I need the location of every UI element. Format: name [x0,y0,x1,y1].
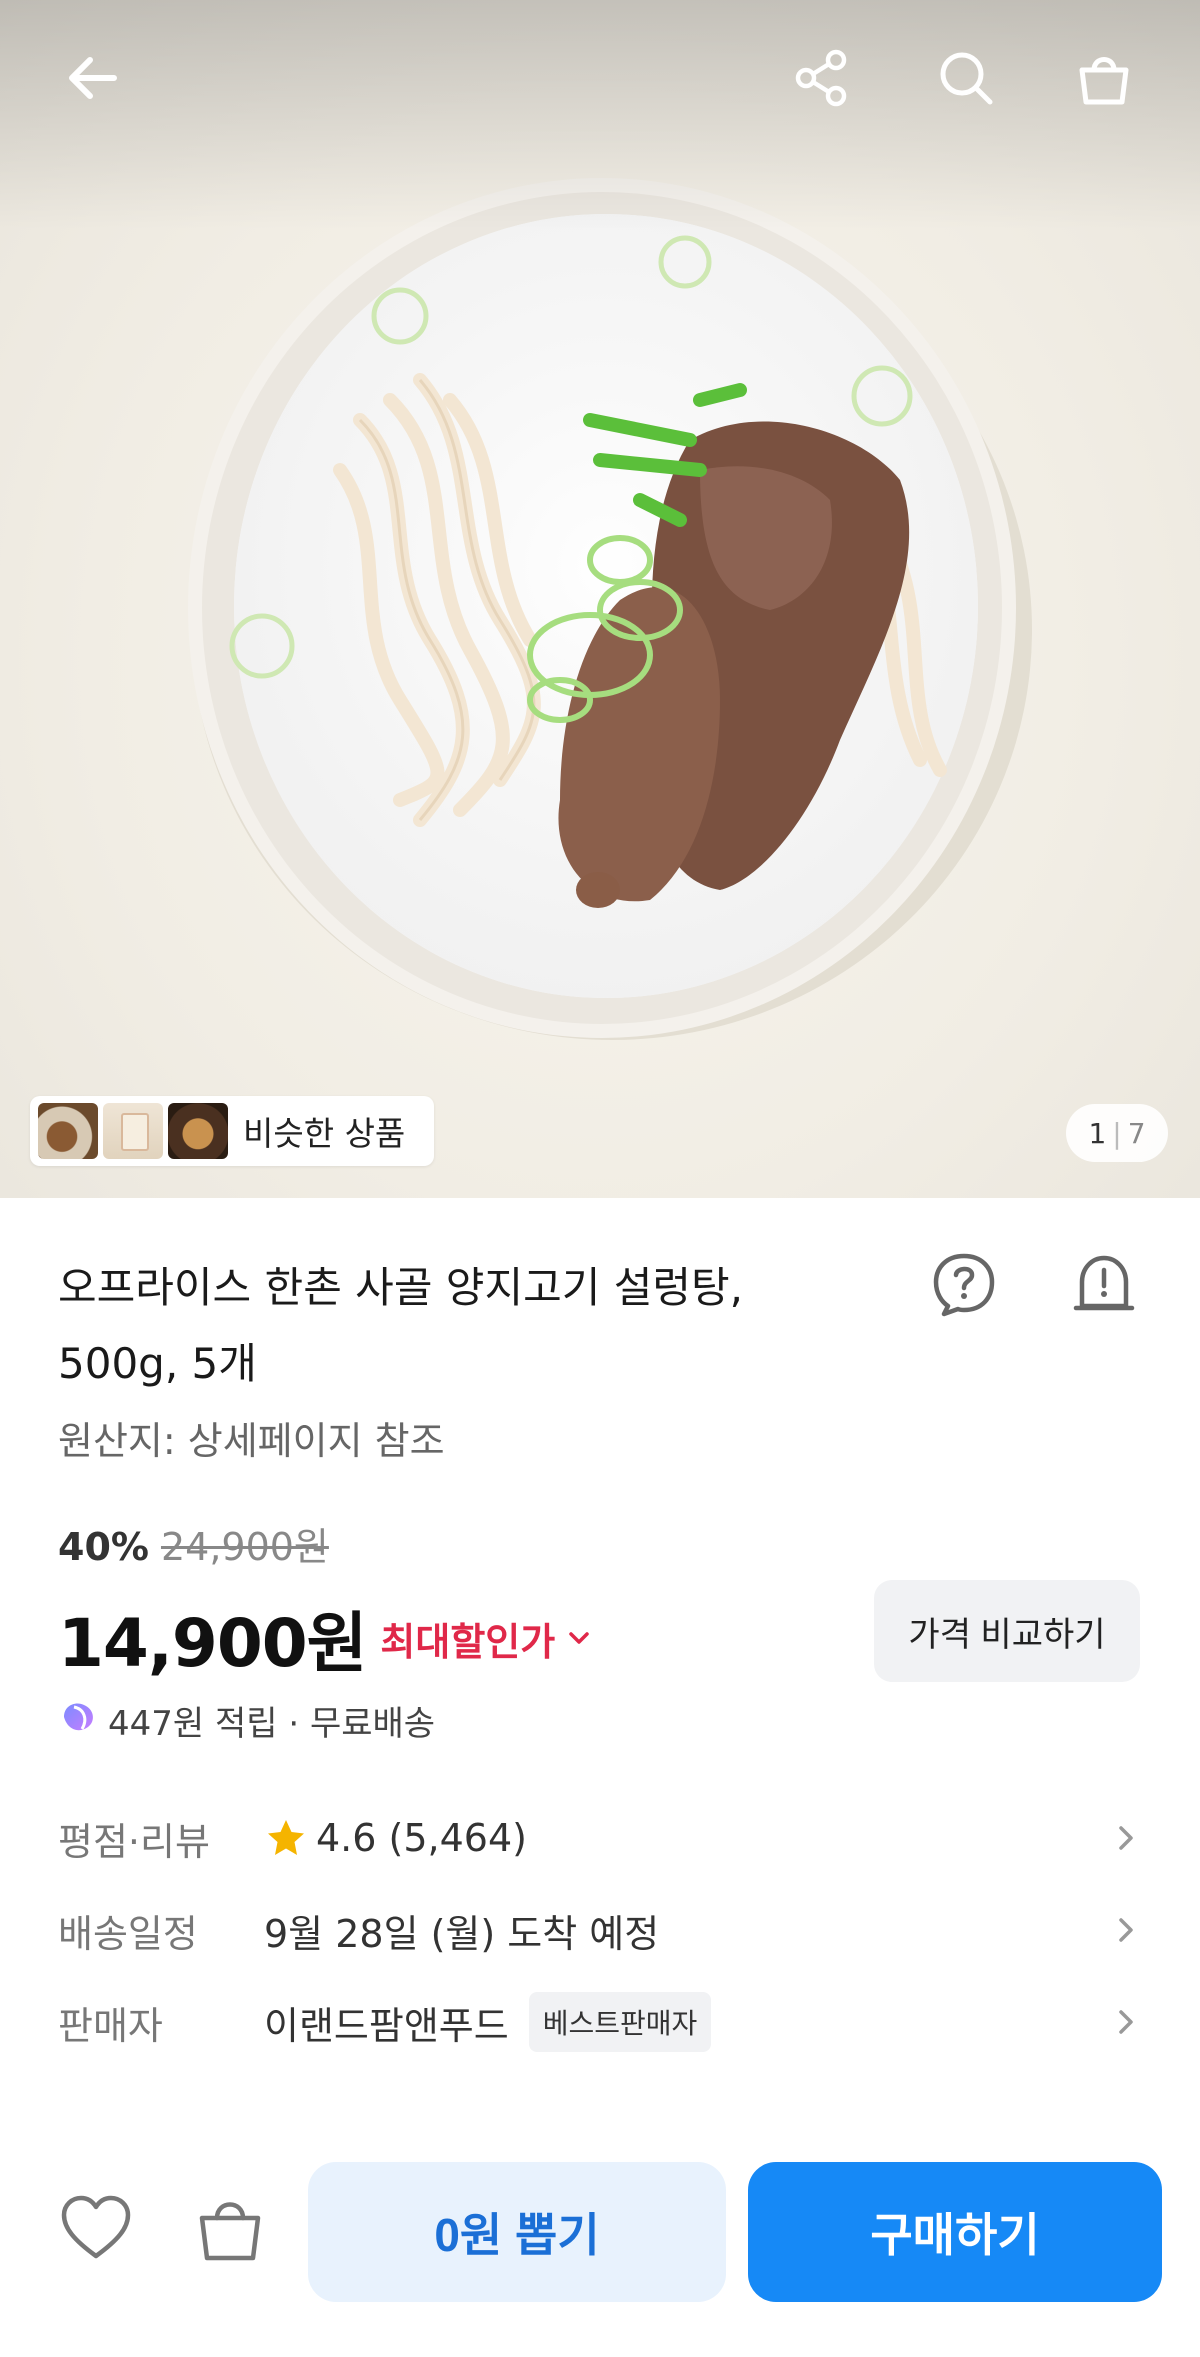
seller-row[interactable]: 판매자 이랜드팜앤푸드 베스트판매자 [58,1982,1158,2062]
delivery-label: 배송일정 [58,1911,198,1956]
origin-info: 원산지: 상세페이지 참조 [58,1419,445,1463]
product-question-button[interactable] [924,1246,1004,1326]
add-to-cart-button[interactable] [182,2182,278,2278]
seller-name: 이랜드팜앤푸드 [264,2003,509,2048]
product-title-line-1: 오프라이스 한촌 사골 양지고기 설렁탕, [58,1263,743,1312]
sale-price: 14,900원 [58,1605,367,1682]
delivery-schedule-row[interactable]: 배송일정 9월 28일 (월) 도착 예정 [58,1890,1158,1970]
product-image-gallery[interactable]: 비슷한 상품 1 | 7 [0,0,1200,1198]
share-icon [790,46,854,114]
chevron-down-icon[interactable] [565,1624,593,1652]
best-seller-badge: 베스트판매자 [528,1992,712,2052]
similar-thumbnail-1 [38,1103,98,1159]
chevron-right-icon [1108,1912,1144,1948]
delivery-value: 9월 28일 (월) 도착 예정 [264,1911,660,1956]
rating-label: 평점·리뷰 [58,1819,210,1864]
shopping-bag-icon [190,2188,270,2272]
restock-alarm-button[interactable] [1064,1246,1144,1326]
max-discount-toggle[interactable]: 최대할인가 [380,1611,555,1666]
buy-now-button[interactable]: 구매하기 [748,2162,1162,2302]
seller-label: 판매자 [58,2003,163,2048]
cart-button[interactable] [1064,40,1144,120]
search-button[interactable] [926,40,1006,120]
price-compare-button[interactable]: 가격 비교하기 [874,1580,1140,1682]
current-page: 1 [1088,1116,1107,1150]
page-separator: | [1112,1116,1122,1150]
zero-won-draw-button[interactable]: 0원 뽑기 [308,2162,726,2302]
discount-percent: 40% [58,1525,149,1569]
price-row: 14,900원 최대할인가 [58,1590,593,1686]
similar-products-chip[interactable]: 비슷한 상품 [30,1096,434,1166]
rating-value: 4.6 (5,464) [316,1816,527,1860]
shopping-bag-icon [1072,46,1136,114]
share-button[interactable] [782,40,862,120]
chevron-right-icon [1108,1820,1144,1856]
arrow-left-icon [60,46,124,114]
question-icon [928,1248,1000,1324]
back-button[interactable] [52,40,132,120]
rating-review-row[interactable]: 평점·리뷰 4.6 (5,464) [58,1798,1158,1878]
chevron-right-icon [1108,2004,1144,2040]
search-icon [934,46,998,114]
similar-thumbnail-3 [168,1103,228,1159]
heart-icon [56,2188,136,2272]
points-shipping-text: 447원 적립 · 무료배송 [108,1704,436,1744]
top-gradient [0,0,1200,230]
alarm-bell-icon [1068,1248,1140,1324]
discount-row: 40% 24,900원 [58,1516,329,1571]
reward-points-icon [58,1695,108,1746]
similar-products-label: 비슷한 상품 [243,1114,406,1153]
total-pages: 7 [1127,1116,1146,1150]
points-and-shipping: 447원 적립 · 무료배송 [58,1695,435,1746]
similar-thumbnail-2 [103,1103,163,1159]
star-icon [264,1816,308,1860]
image-page-counter: 1 | 7 [1066,1104,1168,1162]
product-title: 오프라이스 한촌 사골 양지고기 설렁탕, 500g, 5개 [58,1250,858,1402]
product-title-line-2: 500g, 5개 [58,1339,257,1388]
wishlist-button[interactable] [48,2182,144,2278]
original-price: 24,900원 [160,1525,329,1569]
